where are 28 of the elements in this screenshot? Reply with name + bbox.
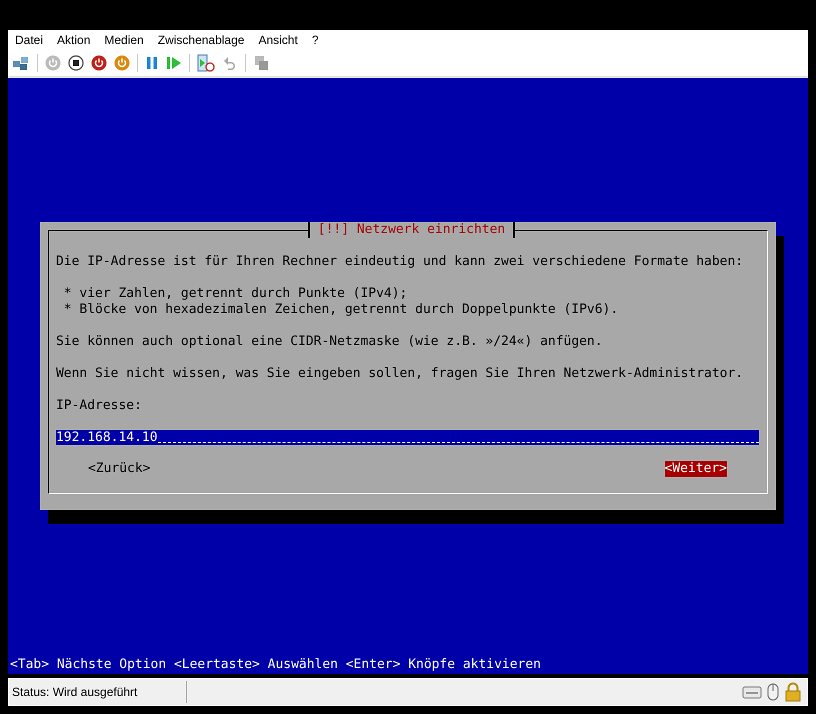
undo-icon[interactable] <box>222 55 238 71</box>
keyboard-icon <box>742 684 762 700</box>
bullet-text: * vier Zahlen, getrennt durch Punkte (IPv4); <box>62 286 408 302</box>
ip-address-field[interactable]: 192.168.14.10 <box>56 430 759 445</box>
checkpoint-icon[interactable] <box>197 54 215 72</box>
dialog-text: Die IP-Adresse ist für Ihren Rechner eindeutig und kann zwei verschiedene Formate haben: <box>56 254 744 270</box>
lock-icon <box>784 682 802 702</box>
field-label: IP-Adresse: <box>56 398 143 414</box>
menu-item[interactable]: Zwischenablage <box>158 33 244 47</box>
menu-item[interactable]: Ansicht <box>258 33 298 47</box>
play-icon[interactable] <box>166 55 182 71</box>
dialog-text: Wenn Sie nicht wissen, was Sie eingeben sollen, fragen Sie Ihren Netzwerk-Administrator. <box>56 366 744 382</box>
menu-item[interactable]: Datei <box>15 33 44 47</box>
dialog-title: [!!] Netzwerk einrichten <box>308 222 516 238</box>
menu-item[interactable]: ? <box>312 33 318 47</box>
mouse-icon <box>766 682 780 702</box>
menu-item[interactable]: Aktion <box>57 33 90 47</box>
dialog-button[interactable]: <Zurück> <box>88 461 150 477</box>
dialog-text: Sie können auch optional eine CIDR-Netzmaske (wie z.B. »/24«) anfügen. <box>56 334 604 350</box>
menu-item[interactable]: Medien <box>104 33 144 47</box>
power-icon[interactable] <box>114 55 130 71</box>
status-text: Status: Wird ausgeführt <box>12 685 138 699</box>
bullet-text: * Blöcke von hexadezimalen Zeichen, getrennt durch Doppelpunkte (IPv6). <box>62 302 620 318</box>
pause-icon[interactable] <box>145 55 159 71</box>
key-hint: <Tab> Nächste Option <Leertaste> Auswählen <Enter> Knöpfe aktivieren <box>10 657 541 673</box>
power-icon[interactable] <box>91 55 107 71</box>
stop-icon[interactable] <box>68 55 84 71</box>
dialog-button[interactable]: <Weiter> <box>664 461 727 477</box>
